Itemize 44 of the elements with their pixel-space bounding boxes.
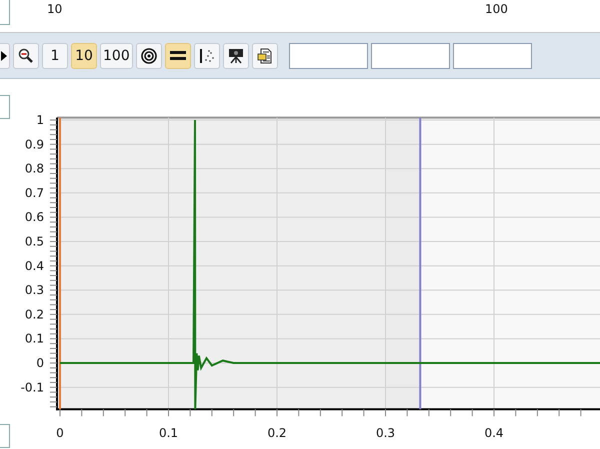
scale-button[interactable]: 100 (100, 42, 133, 68)
y-tick-label: -0.1 (20, 380, 44, 394)
y-tick-label: 0.4 (24, 258, 44, 273)
input-field[interactable] (370, 42, 450, 68)
input-field[interactable] (288, 42, 368, 68)
scale-button[interactable]: 10 (71, 42, 97, 68)
play-icon (1, 50, 7, 60)
y-tick-label: 0 (36, 356, 44, 370)
y-tick-label: 0.6 (24, 210, 44, 224)
y-tick-label: 1 (36, 113, 44, 128)
target-button[interactable] (136, 42, 162, 68)
y-tick-label: 0.1 (24, 332, 44, 346)
x-tick-label: 0.2 (267, 426, 287, 440)
play-button[interactable] (0, 42, 10, 68)
document-button[interactable] (252, 42, 278, 68)
input-field[interactable] (0, 424, 10, 448)
target-icon (140, 48, 157, 64)
scale-label: 100 (485, 2, 508, 16)
zoom-out-icon (18, 48, 34, 64)
equals-button[interactable] (164, 42, 191, 68)
x-tick-label: 0 (56, 426, 64, 440)
y-tick-label: 0.9 (24, 137, 44, 152)
y-tick-label: 0.7 (24, 186, 44, 200)
equals-icon (170, 50, 186, 60)
marker-line[interactable] (419, 118, 422, 410)
y-tick-label: 0.2 (24, 307, 44, 322)
input-field[interactable] (0, 0, 10, 25)
y-tick-label: 0.3 (24, 283, 44, 298)
y-tick-label: 0.8 (24, 162, 44, 176)
document-icon (256, 48, 273, 64)
scatter-icon (198, 48, 215, 64)
zoom-out-button[interactable] (13, 42, 39, 68)
input-field[interactable] (452, 42, 532, 68)
projector-button[interactable] (222, 42, 249, 68)
input-field[interactable] (0, 95, 10, 119)
marker-line[interactable] (59, 118, 61, 410)
y-tick-label: 0.5 (24, 234, 44, 249)
x-tick-label: 0.4 (484, 426, 504, 440)
scale-label: 10 (47, 2, 62, 16)
x-tick-label: 0.3 (376, 426, 396, 440)
scale-button[interactable]: 1 (42, 42, 68, 68)
x-tick-label: 0.1 (158, 426, 178, 440)
camera-icon (228, 48, 244, 64)
scatter-button[interactable] (194, 42, 220, 68)
